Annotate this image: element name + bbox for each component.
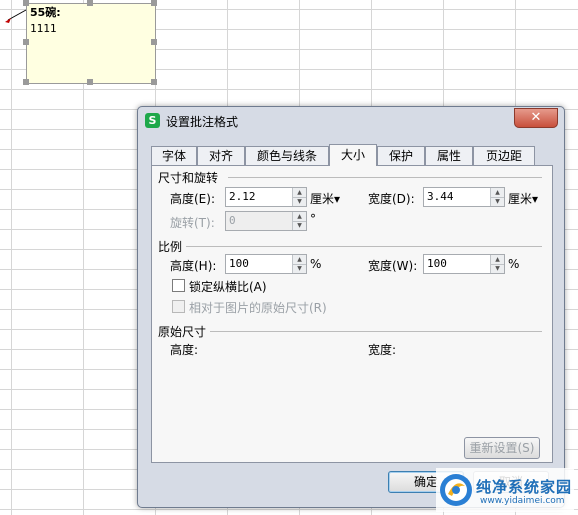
reset-button[interactable]: 重新设置(S)	[464, 437, 540, 459]
rotate-label: 旋转(T):	[170, 216, 215, 230]
scale-height-unit: %	[310, 257, 322, 271]
wps-logo-icon: S	[145, 113, 160, 128]
width-unit-dropdown[interactable]: 厘米▾	[508, 190, 538, 207]
original-height-label: 高度:	[170, 343, 199, 357]
resize-handle-bm[interactable]	[87, 79, 93, 85]
section-scale: 比例	[158, 240, 183, 254]
size-panel: 尺寸和旋转 高度(E): 2.12 ▲ ▼ 厘米▾ 宽度(D): 3.44 ▲ ▼ …	[151, 165, 553, 463]
scale-width-unit: %	[508, 257, 520, 271]
resize-handle-tm[interactable]	[87, 0, 93, 6]
height-unit-dropdown[interactable]: 厘米▾	[310, 190, 340, 207]
resize-handle-br[interactable]	[151, 79, 157, 85]
lock-ratio-checkbox[interactable]	[172, 279, 185, 292]
dialog-titlebar[interactable]: S 设置批注格式 ✕	[138, 107, 564, 133]
scale-height-spinner[interactable]: 100 ▲ ▼	[225, 254, 307, 274]
spin-down-icon[interactable]: ▼	[293, 264, 306, 273]
spin-down-icon[interactable]: ▼	[293, 197, 306, 206]
width-spinner[interactable]: 3.44 ▲ ▼	[423, 187, 505, 207]
spin-down-icon[interactable]: ▼	[491, 197, 504, 206]
rotate-unit: °	[310, 212, 316, 226]
section-size-rotate: 尺寸和旋转	[158, 171, 219, 185]
dialog-title: 设置批注格式	[166, 115, 239, 129]
section-original-size: 原始尺寸	[158, 325, 207, 339]
tab-protection[interactable]: 保护	[377, 146, 425, 165]
scale-width-spinner[interactable]: 100 ▲ ▼	[423, 254, 505, 274]
relative-original-label: 相对于图片的原始尺寸(R)	[189, 301, 327, 315]
watermark-logo-icon	[440, 474, 472, 506]
tab-margins[interactable]: 页边距	[473, 146, 535, 165]
width-value: 3.44	[427, 190, 454, 203]
watermark: 纯净系统家园 www.yidaimei.com	[436, 468, 574, 512]
resize-handle-mr[interactable]	[151, 39, 157, 45]
tab-colors-lines[interactable]: 颜色与线条	[245, 146, 329, 165]
scale-width-value: 100	[427, 257, 447, 270]
tab-font[interactable]: 字体	[151, 146, 197, 165]
resize-handle-tr[interactable]	[151, 0, 157, 6]
comment-text: 1111	[30, 22, 57, 35]
original-width-label: 宽度:	[368, 343, 397, 357]
comment-arrow-icon	[5, 9, 27, 23]
spin-down-icon[interactable]: ▼	[491, 264, 504, 273]
divider	[186, 246, 542, 247]
watermark-url: www.yidaimei.com	[480, 496, 565, 506]
comment-author: 55碗:	[30, 6, 61, 19]
resize-handle-bl[interactable]	[23, 79, 29, 85]
height-label: 高度(E):	[170, 192, 215, 206]
tab-size[interactable]: 大小	[329, 144, 377, 166]
resize-handle-tl[interactable]	[23, 0, 29, 6]
format-comment-dialog: S 设置批注格式 ✕ 字体 对齐 颜色与线条 大小 保护 属性 页边距 尺寸和旋…	[137, 106, 565, 508]
scale-height-value: 100	[229, 257, 249, 270]
width-label: 宽度(D):	[368, 192, 415, 206]
lock-ratio-label[interactable]: 锁定纵横比(A)	[189, 278, 267, 295]
tab-alignment[interactable]: 对齐	[197, 146, 245, 165]
divider	[228, 177, 542, 178]
tab-properties[interactable]: 属性	[425, 146, 473, 165]
rotate-value: 0	[229, 214, 236, 227]
height-spinner[interactable]: 2.12 ▲ ▼	[225, 187, 307, 207]
resize-handle-ml[interactable]	[23, 39, 29, 45]
comment-note[interactable]: 55碗: 1111	[26, 3, 156, 84]
relative-original-checkbox[interactable]	[172, 300, 185, 313]
spin-down-icon[interactable]: ▼	[293, 221, 306, 230]
scale-width-label: 宽度(W):	[368, 259, 418, 273]
close-button[interactable]: ✕	[514, 108, 558, 128]
divider	[210, 331, 542, 332]
rotate-spinner[interactable]: 0 ▲ ▼	[225, 211, 307, 231]
watermark-title: 纯净系统家园	[476, 478, 573, 496]
height-value: 2.12	[229, 190, 256, 203]
scale-height-label: 高度(H):	[170, 259, 217, 273]
